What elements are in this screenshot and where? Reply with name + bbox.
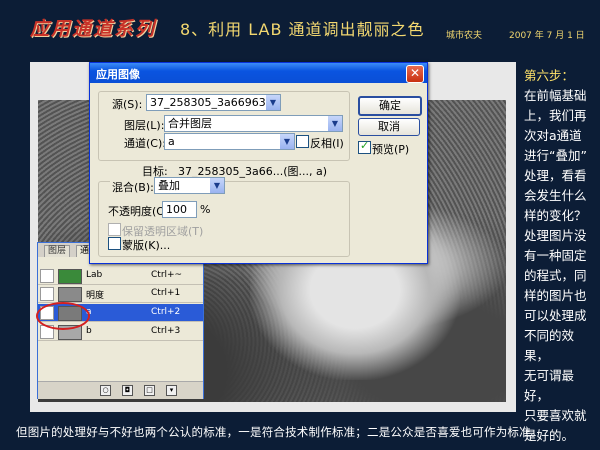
lesson-title: 8、利用 LAB 通道调出靓丽之色 — [180, 20, 425, 39]
source-label: 源(S): — [112, 98, 143, 111]
layer-value: 合并图层 — [168, 117, 212, 130]
new-channel-icon[interactable]: □ — [144, 385, 155, 396]
blend-mode-select[interactable]: 叠加 ▼ — [154, 177, 225, 194]
source-value: 37_258305_3a6696394... — [150, 96, 281, 109]
preview-checkbox[interactable] — [358, 139, 371, 154]
ok-button[interactable]: 确定 — [358, 96, 422, 116]
layer-select[interactable]: 合并图层 ▼ — [164, 115, 343, 132]
publish-date: 2007 年 7 月 1 日 — [509, 31, 585, 41]
cancel-button[interactable]: 取消 — [358, 118, 420, 136]
mask-checkbox[interactable] — [108, 237, 121, 250]
source-select[interactable]: 37_258305_3a6696394... ▼ — [146, 94, 281, 111]
channel-name: Lab — [86, 270, 103, 280]
step-line: 会发生什么 — [524, 188, 587, 203]
channel-row-lab[interactable]: Lab Ctrl+~ — [38, 267, 203, 285]
blend-label: 混合(B): — [110, 179, 156, 195]
save-selection-icon[interactable]: ◘ — [122, 385, 133, 396]
step-line: 上，我们再 — [524, 108, 587, 123]
chevron-down-icon: ▼ — [210, 178, 224, 193]
invert-checkbox[interactable] — [296, 135, 309, 148]
step-line: 进行“叠加” — [524, 148, 587, 163]
chevron-down-icon: ▼ — [266, 95, 280, 110]
series-title: 应用通道系列 — [30, 18, 157, 40]
step-line: 可以处理成 — [524, 308, 587, 323]
step-line: 在前幅基础 — [524, 88, 587, 103]
channel-name: 明度 — [86, 291, 105, 301]
preview-label: 预览(P) — [372, 143, 410, 156]
channel-shortcut: Ctrl+2 — [151, 307, 181, 317]
lesson-header: 应用通道系列 8、利用 LAB 通道调出靓丽之色 城市农夫 2007 年 7 月… — [0, 0, 600, 56]
mask-label: 蒙版(K)... — [122, 239, 171, 252]
step-line: 样的变化？ — [524, 208, 587, 223]
layer-label: 图层(L): — [124, 119, 165, 132]
step-heading: 第六步： — [524, 68, 575, 83]
invert-label: 反相(I) — [310, 137, 344, 150]
channel-shortcut: Ctrl+~ — [151, 270, 183, 280]
blend-value: 叠加 — [158, 179, 180, 192]
step-line: 样的图片也 — [524, 288, 587, 303]
channel-select[interactable]: a ▼ — [164, 133, 295, 150]
channel-shortcut: Ctrl+1 — [151, 288, 181, 298]
tab-layers[interactable]: 图层 — [44, 245, 71, 257]
close-button[interactable]: ✕ — [406, 65, 424, 83]
step-line: 次对a通道 — [524, 128, 582, 143]
preserve-transparency-checkbox[interactable] — [108, 223, 121, 236]
highlight-circle — [36, 302, 90, 330]
visibility-toggle[interactable] — [40, 269, 54, 283]
visibility-toggle[interactable] — [40, 287, 54, 301]
opacity-unit: % — [200, 203, 211, 216]
step-line: 只要喜欢就 — [524, 408, 587, 423]
step-line: 无可谓最好， — [524, 368, 575, 403]
panel-footer: ○ ◘ □ ▾ — [38, 381, 203, 399]
channel-thumbnail — [58, 269, 82, 284]
step-line: 有一种固定 — [524, 248, 587, 263]
dialog-titlebar[interactable]: 应用图像 ✕ — [90, 63, 427, 83]
channel-value: a — [168, 135, 175, 148]
opacity-input[interactable]: 100 — [162, 201, 197, 218]
chevron-down-icon: ▼ — [280, 134, 294, 149]
step-line: 不同的效果， — [524, 328, 575, 363]
channel-shortcut: Ctrl+3 — [151, 326, 181, 336]
step-line: 的程式，同 — [524, 268, 587, 283]
channel-row-lightness[interactable]: 明度 Ctrl+1 — [38, 285, 203, 303]
step-line: 处理，看看 — [524, 168, 587, 183]
step-description: 第六步： 在前幅基础 上，我们再 次对a通道 进行“叠加” 处理，看看 会发生什… — [524, 66, 594, 446]
delete-channel-icon[interactable]: ▾ — [166, 385, 177, 396]
dialog-title: 应用图像 — [96, 68, 140, 81]
channel-thumbnail — [58, 287, 82, 302]
step-line: 处理图片没 — [524, 228, 587, 243]
author: 城市农夫 — [446, 31, 483, 41]
bottom-caption: 但图片的处理好与不好也两个公认的标准，一是符合技术制作标准；二是公众是否喜爱也可… — [16, 425, 543, 439]
channel-label: 通道(C): — [124, 137, 166, 150]
chevron-down-icon: ▼ — [328, 116, 342, 131]
channel-name: b — [86, 326, 92, 336]
load-selection-icon[interactable]: ○ — [100, 385, 111, 396]
apply-image-dialog: 应用图像 ✕ 源(S): 37_258305_3a6696394... ▼ 图层… — [89, 62, 428, 264]
